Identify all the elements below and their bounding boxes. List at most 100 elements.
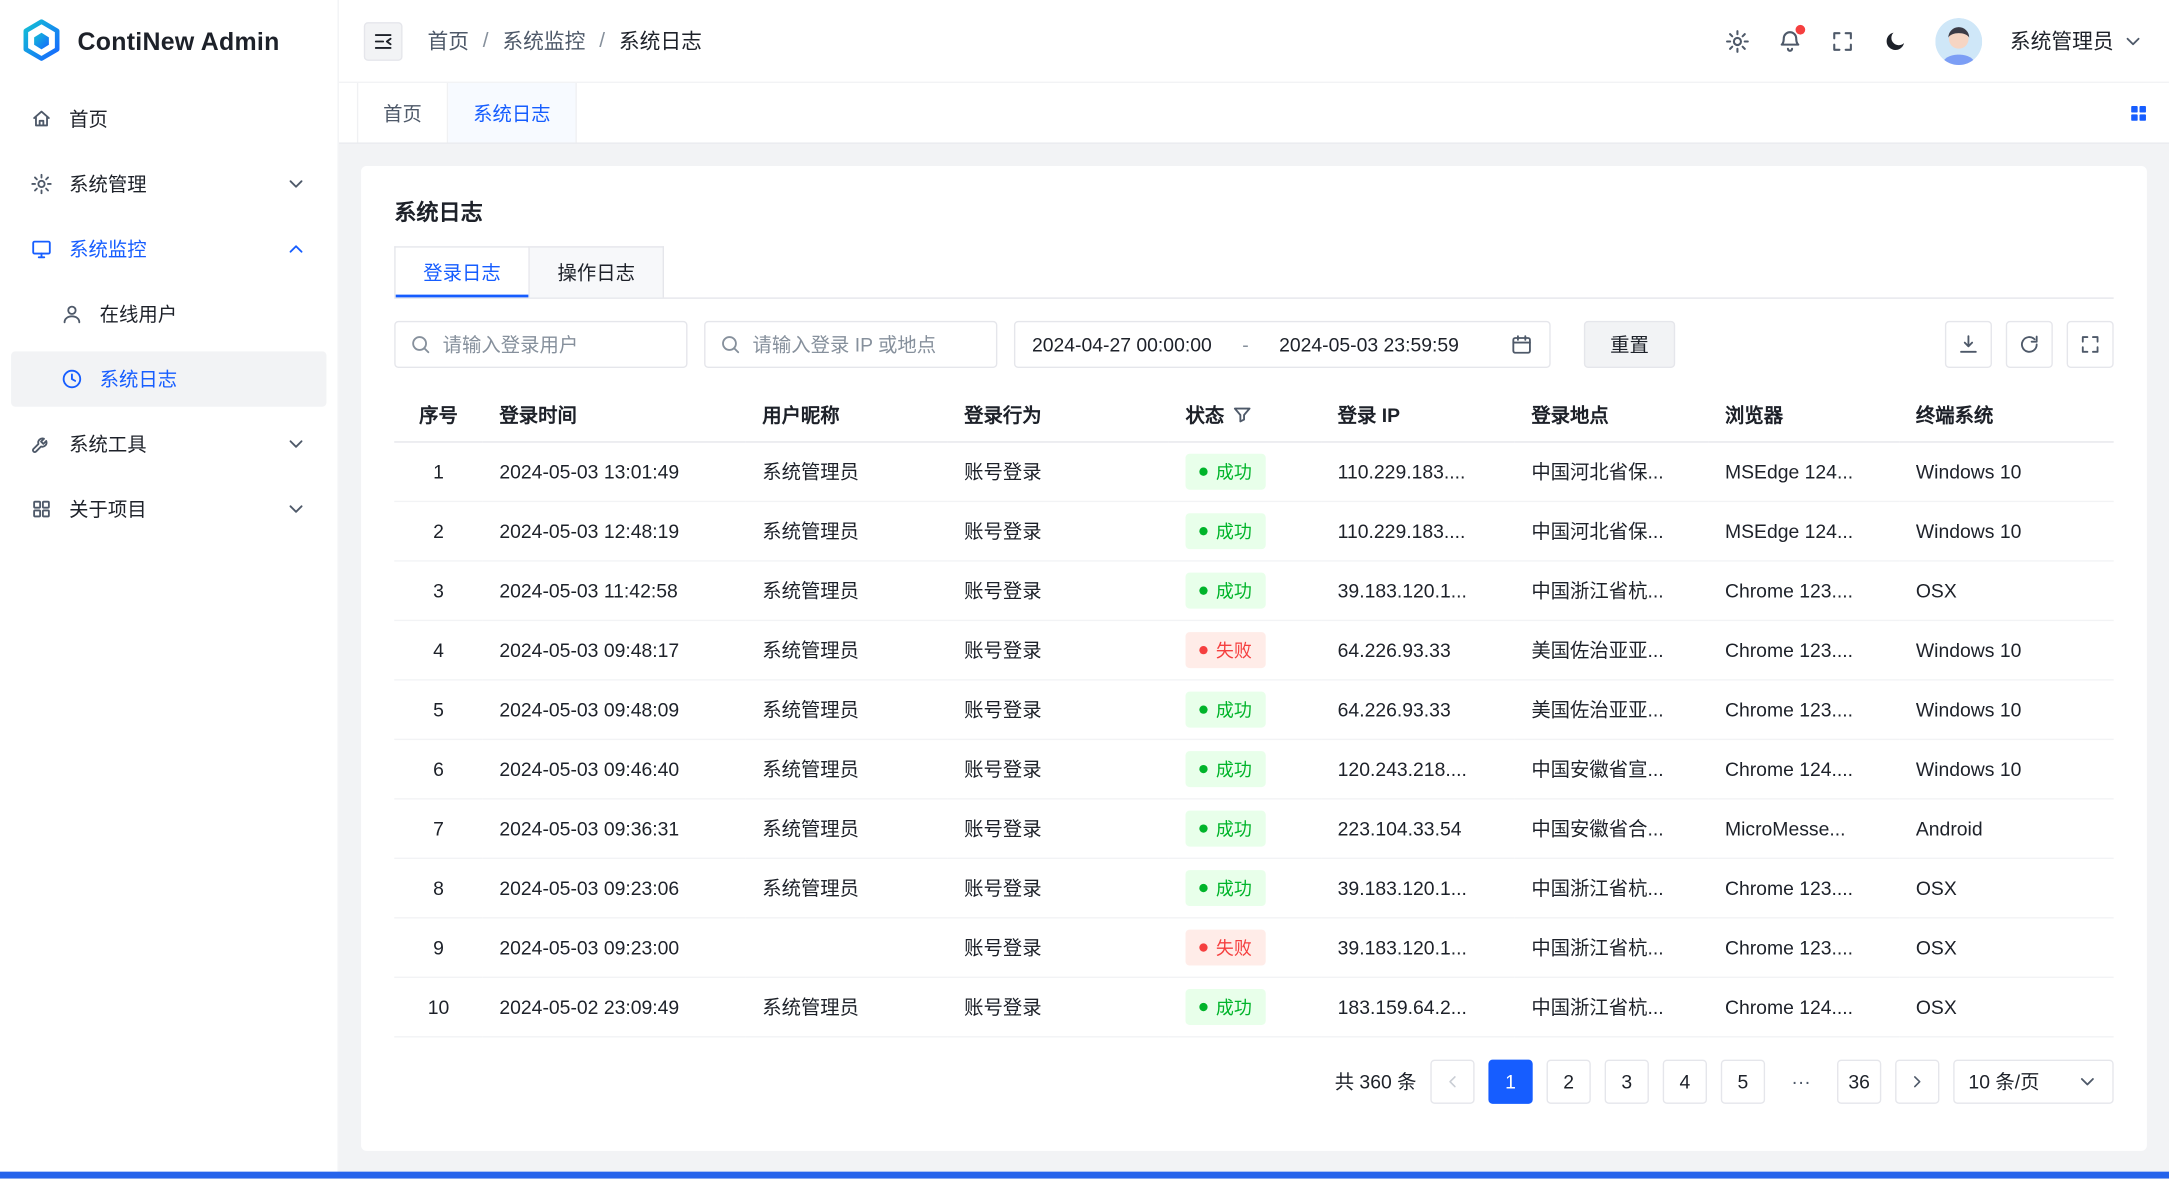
tabs-grid-button[interactable]: [2128, 102, 2150, 124]
total-count: 共 360 条: [1335, 1067, 1417, 1095]
page-number[interactable]: 3: [1605, 1059, 1649, 1103]
cell-location: 中国浙江省杭...: [1515, 977, 1709, 1036]
table-row[interactable]: 4 2024-05-03 09:48:17 系统管理员 账号登录 失败 64.2…: [394, 620, 2113, 679]
table-row[interactable]: 10 2024-05-02 23:09:49 系统管理员 账号登录 成功 183…: [394, 977, 2113, 1036]
table-row[interactable]: 1 2024-05-03 13:01:49 系统管理员 账号登录 成功 110.…: [394, 441, 2113, 500]
next-page-button[interactable]: [1895, 1059, 1939, 1103]
table-row[interactable]: 8 2024-05-03 09:23:06 系统管理员 账号登录 成功 39.1…: [394, 858, 2113, 917]
cell-no: 3: [394, 560, 483, 619]
grid-icon: [2128, 102, 2150, 124]
status-dot-icon: [1199, 645, 1207, 653]
chevron-up-icon: [285, 238, 307, 260]
moon-icon: [1883, 28, 1908, 53]
settings-button[interactable]: [1725, 28, 1750, 53]
login-ip-search[interactable]: [704, 321, 997, 368]
sidebar-item-home[interactable]: 首页: [11, 91, 326, 146]
login-user-search[interactable]: [394, 321, 687, 368]
page-size-select[interactable]: 10 条/页: [1953, 1059, 2113, 1103]
table-row[interactable]: 3 2024-05-03 11:42:58 系统管理员 账号登录 成功 39.1…: [394, 560, 2113, 619]
table-row[interactable]: 2 2024-05-03 12:48:19 系统管理员 账号登录 成功 110.…: [394, 501, 2113, 560]
chevron-down-icon: [285, 498, 307, 520]
chevron-down-icon: [285, 433, 307, 455]
system-log-card: 系统日志 登录日志 操作日志 2024-04-27 00:00:00 - 202…: [361, 166, 2147, 1151]
cell-location: 中国河北省保...: [1515, 501, 1709, 560]
sidebar-item-system-monitor[interactable]: 系统监控: [11, 221, 326, 276]
reset-button[interactable]: 重置: [1584, 321, 1675, 368]
table-row[interactable]: 5 2024-05-03 09:48:09 系统管理员 账号登录 成功 64.2…: [394, 679, 2113, 738]
table-row[interactable]: 9 2024-05-03 09:23:00 账号登录 失败 39.183.120…: [394, 917, 2113, 976]
column-header: 登录时间: [483, 390, 746, 441]
avatar[interactable]: [1935, 17, 1982, 64]
table-row[interactable]: 6 2024-05-03 09:46:40 系统管理员 账号登录 成功 120.…: [394, 739, 2113, 798]
cell-no: 7: [394, 798, 483, 857]
status-label: 成功: [1216, 874, 1252, 900]
sidebar-item-system-tools[interactable]: 系统工具: [11, 416, 326, 471]
table-fullscreen-button[interactable]: [2067, 321, 2114, 368]
theme-toggle-button[interactable]: [1883, 28, 1908, 53]
breadcrumb-current: 系统日志: [619, 26, 702, 55]
refresh-button[interactable]: [2006, 321, 2053, 368]
prev-page-button[interactable]: [1430, 1059, 1474, 1103]
cell-browser: Chrome 123....: [1708, 679, 1899, 738]
user-menu[interactable]: 系统管理员: [2010, 26, 2144, 55]
breadcrumb-system-monitor[interactable]: 系统监控: [502, 26, 585, 55]
tab-login-logs[interactable]: 登录日志: [394, 246, 530, 297]
breadcrumb-home[interactable]: 首页: [427, 26, 469, 55]
login-ip-input[interactable]: [753, 333, 983, 355]
app-title: ContiNew Admin: [77, 27, 279, 56]
cell-browser: MSEdge 124...: [1708, 441, 1899, 500]
cell-time: 2024-05-03 09:36:31: [483, 798, 746, 857]
cell-ip: 39.183.120.1...: [1321, 858, 1515, 917]
page-number[interactable]: ···: [1779, 1059, 1823, 1103]
chevron-down-icon: [285, 173, 307, 195]
login-user-input[interactable]: [443, 333, 673, 355]
sidebar-item-about[interactable]: 关于项目: [11, 481, 326, 536]
search-icon: [719, 333, 741, 355]
page-number[interactable]: 5: [1721, 1059, 1765, 1103]
status-label: 成功: [1216, 993, 1252, 1019]
cell-os: OSX: [1899, 977, 2113, 1036]
sidebar-item-label: 系统管理: [69, 170, 268, 198]
cell-no: 10: [394, 977, 483, 1036]
tab-home[interactable]: 首页: [357, 83, 448, 142]
sidebar: ContiNew Admin 首页 系统管理 系统监控 在线用户: [0, 0, 339, 1179]
cell-os: Windows 10: [1899, 501, 2113, 560]
status-badge: 成功: [1185, 572, 1265, 608]
filter-icon[interactable]: [1231, 404, 1253, 426]
sidebar-item-online-users[interactable]: 在线用户: [11, 286, 326, 341]
status-badge: 成功: [1185, 988, 1265, 1024]
page-number[interactable]: 1: [1488, 1059, 1532, 1103]
cell-status: 成功: [1169, 798, 1321, 857]
status-badge: 成功: [1185, 513, 1265, 549]
date-start: 2024-04-27 00:00:00: [1032, 333, 1212, 355]
date-range-picker[interactable]: 2024-04-27 00:00:00 - 2024-05-03 23:59:5…: [1014, 321, 1551, 368]
export-button[interactable]: [1945, 321, 1992, 368]
fullscreen-button[interactable]: [1830, 28, 1855, 53]
page-number[interactable]: 36: [1837, 1059, 1881, 1103]
notifications-button[interactable]: [1778, 28, 1803, 53]
cell-os: Windows 10: [1899, 679, 2113, 738]
sidebar-item-system-management[interactable]: 系统管理: [11, 156, 326, 211]
cell-no: 9: [394, 917, 483, 976]
sidebar-collapse-button[interactable]: [364, 21, 403, 60]
cell-location: 中国河北省保...: [1515, 441, 1709, 500]
status-badge: 成功: [1185, 453, 1265, 489]
cell-status: 成功: [1169, 501, 1321, 560]
page-number[interactable]: 4: [1663, 1059, 1707, 1103]
page-number[interactable]: 2: [1547, 1059, 1591, 1103]
sidebar-item-system-logs[interactable]: 系统日志: [11, 351, 326, 406]
cell-ip: 110.229.183....: [1321, 501, 1515, 560]
tabbar-right: [2128, 83, 2169, 142]
download-icon: [1957, 333, 1979, 355]
page-list: 12345 ··· 36: [1488, 1059, 1881, 1103]
cell-time: 2024-05-03 12:48:19: [483, 501, 746, 560]
cell-ip: 64.226.93.33: [1321, 620, 1515, 679]
taskbar-strip: [0, 1172, 2169, 1179]
cell-status: 失败: [1169, 917, 1321, 976]
tab-operation-logs[interactable]: 操作日志: [530, 246, 664, 297]
app-logo[interactable]: ContiNew Admin: [0, 0, 338, 83]
cell-location: 美国佐治亚亚...: [1515, 620, 1709, 679]
cell-nickname: 系统管理员: [746, 620, 948, 679]
table-row[interactable]: 7 2024-05-03 09:36:31 系统管理员 账号登录 成功 223.…: [394, 798, 2113, 857]
tab-system-logs[interactable]: 系统日志: [448, 83, 577, 142]
